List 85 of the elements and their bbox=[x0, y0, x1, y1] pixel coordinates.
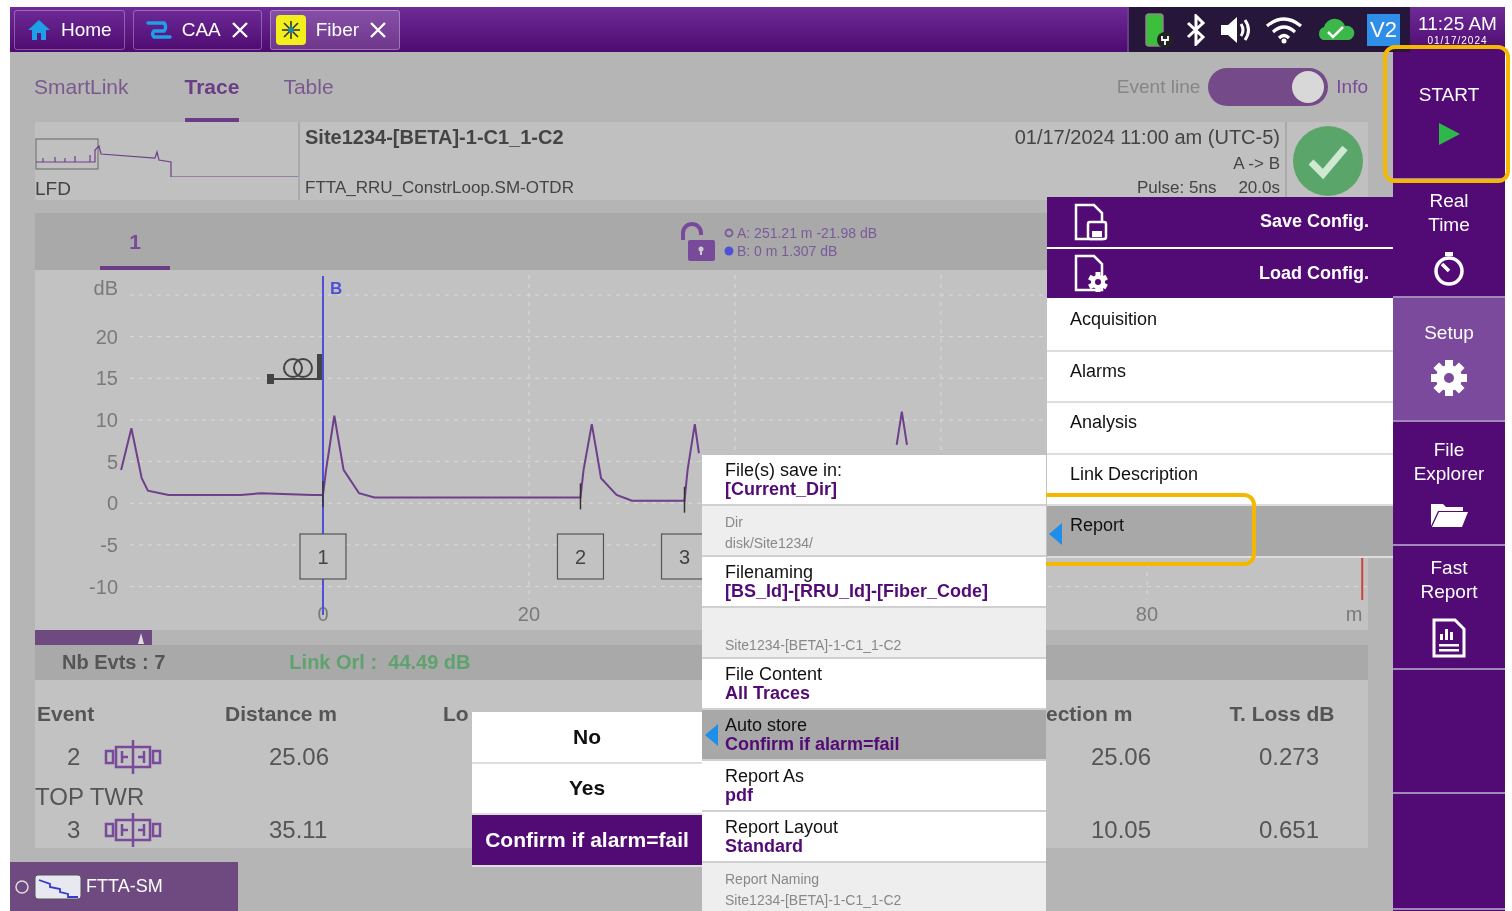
stopwatch-icon bbox=[1432, 251, 1466, 287]
axis-tick-label: 20 bbox=[95, 325, 118, 348]
wifi-icon bbox=[1265, 15, 1304, 44]
bluetooth-icon bbox=[1185, 13, 1208, 46]
toggle-switch[interactable] bbox=[1208, 68, 1329, 106]
event-count: Nb Evts : 7 bbox=[62, 651, 166, 674]
axis-tick-label: 15 bbox=[95, 367, 118, 390]
acquisition-time: 20.0s bbox=[1238, 178, 1280, 198]
menu-item[interactable]: Load Config. bbox=[1047, 248, 1393, 300]
setting-item[interactable]: Auto store Confirm if alarm=fail bbox=[702, 710, 1046, 761]
column-header: T. Loss dB bbox=[1229, 702, 1335, 726]
trace-date: 01/17/2024 11:00 am (UTC-5) bbox=[1014, 126, 1280, 149]
event-label: TOP TWR bbox=[35, 783, 145, 811]
play-icon bbox=[1436, 121, 1462, 147]
file-gear-icon bbox=[1074, 254, 1108, 293]
connector-icon bbox=[104, 812, 163, 848]
event-marker[interactable]: 2 bbox=[556, 533, 605, 580]
trace-file-tab[interactable]: FTTA-SM bbox=[10, 862, 238, 911]
axis-tick-label: -10 bbox=[89, 575, 118, 598]
trace-title: Site1234-[BETA]-1-C1_1-C2 bbox=[305, 126, 565, 149]
report-icon bbox=[1432, 618, 1466, 658]
column-header: ection m bbox=[1046, 702, 1133, 726]
selection-arrow-icon bbox=[1049, 523, 1062, 545]
menu-item[interactable]: Report bbox=[1047, 506, 1393, 558]
gear-icon bbox=[1430, 359, 1468, 397]
ring-icon bbox=[724, 227, 734, 238]
file-name: FTTA_RRU_ConstrLoop.SM-OTDR bbox=[305, 178, 574, 198]
menu-item[interactable]: Save Config. bbox=[1047, 197, 1393, 249]
close-icon[interactable] bbox=[230, 20, 249, 39]
axis-tick-label: 5 bbox=[106, 450, 118, 473]
cursor-label: B bbox=[330, 279, 343, 298]
axis-label: m bbox=[1345, 603, 1363, 625]
launch-cable-icon bbox=[267, 354, 324, 384]
app-tab[interactable]: Home bbox=[14, 9, 125, 50]
cursor-b-reading: B: 0 m 1.307 dB bbox=[737, 242, 838, 259]
table-cell: 25.06 bbox=[269, 743, 330, 771]
app-tab[interactable]: Fiber bbox=[269, 9, 401, 50]
axis-tick-label: -5 bbox=[100, 533, 118, 556]
table-cell: 0.273 bbox=[1258, 743, 1320, 771]
event-tick bbox=[683, 486, 686, 514]
selection-arrow-icon bbox=[705, 724, 718, 746]
axis-tick-label: 10 bbox=[95, 408, 118, 431]
app-badge: V2 bbox=[1367, 13, 1400, 46]
pulse-width: Pulse: 5ns bbox=[1137, 178, 1217, 198]
radio-icon bbox=[14, 878, 30, 895]
clock-time: 11:25 AM bbox=[1418, 13, 1497, 35]
close-icon[interactable] bbox=[369, 20, 388, 39]
annotation: 3 bbox=[678, 546, 691, 568]
axis-tick-label: 20 bbox=[517, 603, 541, 625]
link-orl: Link Orl : 44.49 dB bbox=[289, 651, 471, 674]
event-tick bbox=[579, 482, 582, 511]
axis-label: dB bbox=[93, 277, 118, 299]
column-header: Event bbox=[37, 702, 95, 726]
sidebar-button[interactable]: Setup bbox=[1393, 298, 1505, 422]
save-file-icon bbox=[1074, 202, 1108, 241]
battery-icon bbox=[1143, 10, 1174, 49]
link-icon bbox=[145, 19, 172, 40]
connector-icon bbox=[104, 739, 163, 775]
clock-date: 01/17/2024 bbox=[1427, 35, 1488, 46]
cursor-a-reading: A: 251.21 m -21.98 dB bbox=[737, 224, 878, 241]
axis-tick-label: 80 bbox=[1135, 603, 1159, 625]
axis-tick-label: 0 bbox=[106, 492, 118, 515]
pass-check-icon bbox=[1291, 125, 1364, 197]
house-icon bbox=[27, 18, 51, 41]
app-tab[interactable]: CAA bbox=[132, 9, 262, 50]
event-number: 3 bbox=[67, 816, 81, 844]
table-cell: 35.11 bbox=[269, 816, 328, 844]
thumbnail-label: LFD bbox=[35, 178, 72, 200]
choice-option[interactable]: Confirm if alarm=fail bbox=[472, 815, 702, 867]
trace-direction: A -> B bbox=[1233, 153, 1280, 174]
filled-dot-icon bbox=[724, 245, 734, 256]
event-tick bbox=[322, 480, 324, 508]
unlock-icon[interactable] bbox=[680, 221, 716, 262]
table-cell: 10.05 bbox=[1090, 816, 1152, 844]
table-cell: 0.651 bbox=[1258, 816, 1320, 844]
column-header: Lo bbox=[443, 702, 469, 726]
trace-file-icon bbox=[34, 873, 82, 900]
table-cell: 25.06 bbox=[1090, 743, 1152, 771]
column-header: Distance m bbox=[225, 702, 338, 726]
toggle-label: Info bbox=[1336, 76, 1368, 98]
laser-icon bbox=[275, 14, 306, 45]
annotation: 2 bbox=[574, 546, 587, 568]
annotation: 1 bbox=[317, 546, 329, 568]
event-number: 2 bbox=[67, 743, 81, 771]
event-marker[interactable]: 1 bbox=[299, 533, 347, 580]
